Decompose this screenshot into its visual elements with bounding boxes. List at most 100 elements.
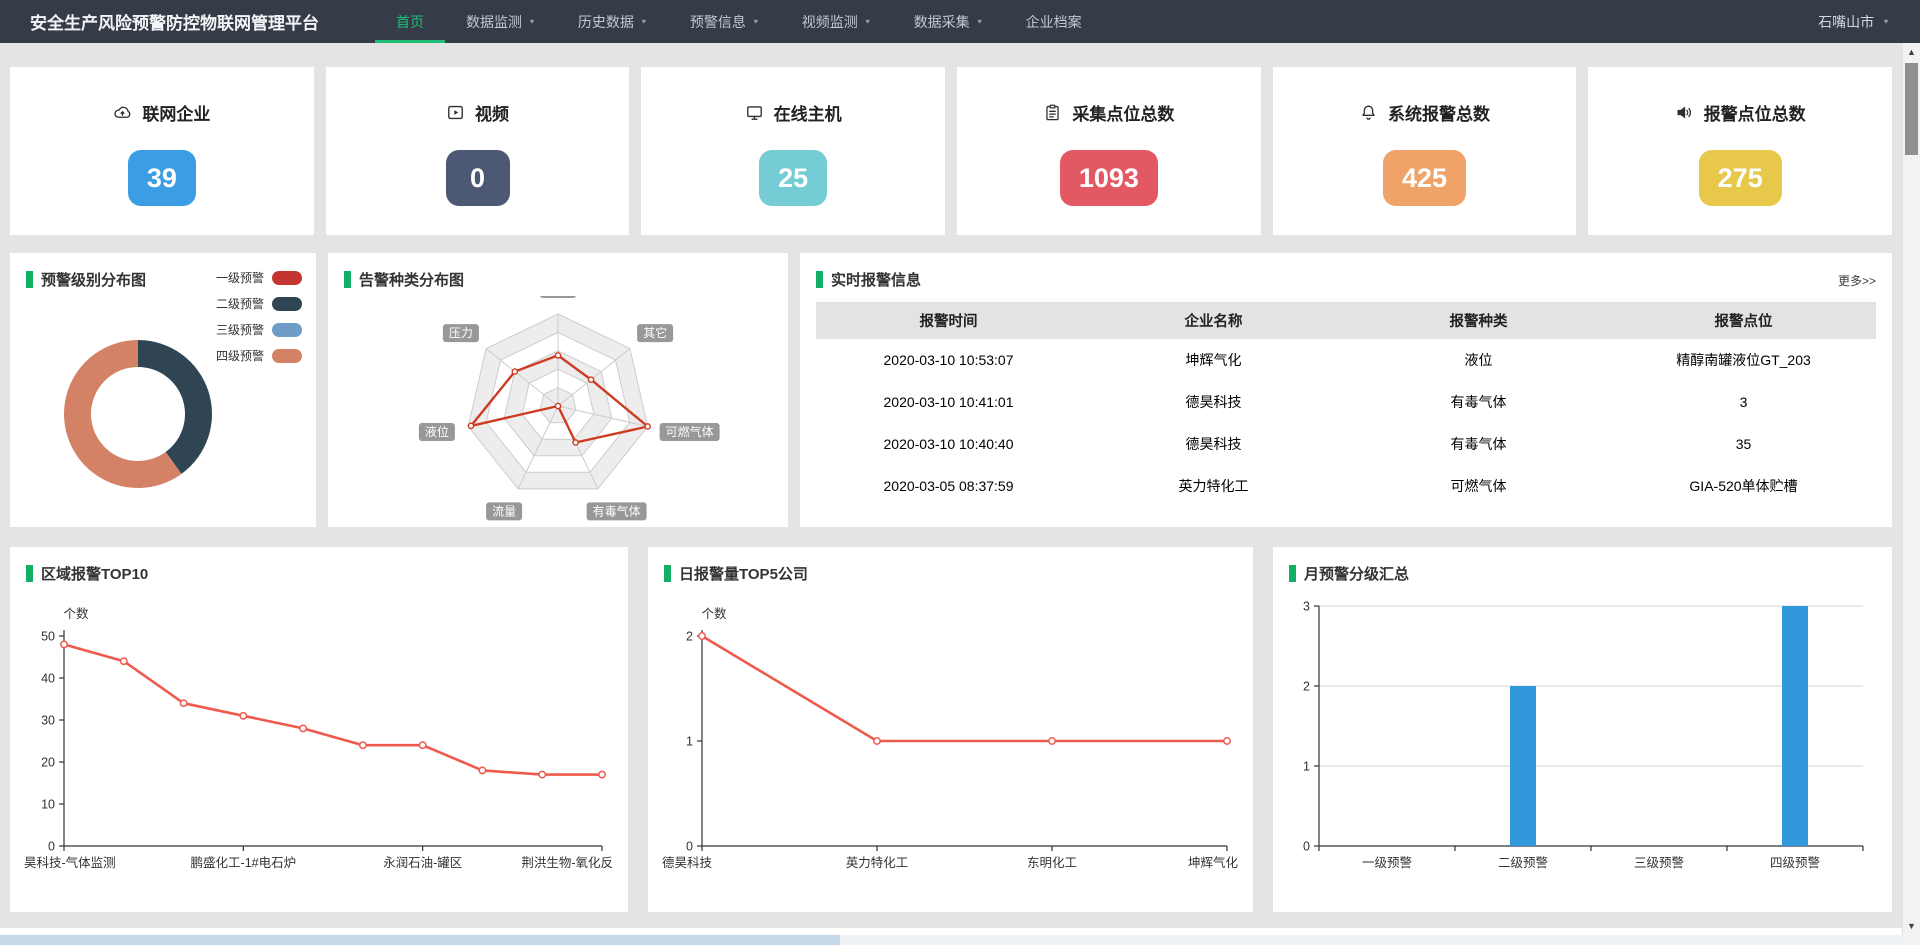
- radar-axis-label-text: 其它: [643, 325, 667, 340]
- daily-top5-line-chart: 个数012德昊科技英力特化工东明化工坤辉气化: [662, 590, 1239, 892]
- panel-title-text: 实时报警信息: [831, 269, 921, 290]
- alarm-cell: 德昊科技: [1081, 381, 1346, 423]
- stat-value-badge: 39: [128, 150, 196, 206]
- scroll-down-icon[interactable]: ▼: [1903, 921, 1920, 931]
- nav-item-label: 企业档案: [1026, 12, 1082, 32]
- panel-title: 月预警分级汇总: [1273, 547, 1892, 584]
- nav-item-label: 数据采集: [914, 12, 970, 32]
- middle-row: 预警级别分布图 一级预警二级预警三级预警四级预警 告警种类分布图 温度其它可燃气…: [10, 253, 1892, 527]
- panel-title: 告警种类分布图: [328, 253, 788, 290]
- legend-item[interactable]: 二级预警: [216, 295, 302, 312]
- chevron-down-icon: ▼: [752, 18, 760, 25]
- radar-axis-label-text: 有毒气体: [593, 503, 641, 518]
- legend-item[interactable]: 一级预警: [216, 269, 302, 286]
- legend-item[interactable]: 三级预警: [216, 321, 302, 338]
- x-tick-label: 东明化工: [1027, 856, 1077, 870]
- panel-realtime-alarms: 实时报警信息 更多>> 报警时间企业名称报警种类报警点位 2020-03-10 …: [800, 253, 1892, 527]
- vertical-scrollbar-thumb[interactable]: [1905, 63, 1918, 155]
- legend-label: 四级预警: [216, 347, 264, 364]
- y-tick-label: 0: [48, 840, 55, 854]
- stat-card-videos: 视频0: [326, 67, 630, 235]
- stat-card-header: 联网企业: [113, 100, 210, 125]
- x-tick-label: 四级预警: [1769, 855, 1819, 870]
- stat-value-badge: 275: [1699, 150, 1782, 206]
- nav-item-label: 数据监测: [466, 12, 522, 32]
- stat-card-alarm-points-total: 报警点位总数275: [1588, 67, 1892, 235]
- x-tick-label: 英力特化工: [846, 855, 909, 870]
- radar-axis-label: 温度: [540, 296, 576, 298]
- nav-item-video-monitoring[interactable]: 视频监测 ▼: [781, 0, 893, 43]
- nav-item-data-monitoring[interactable]: 数据监测▼: [445, 0, 557, 43]
- top-navbar: 安全生产风险预警防控物联网管理平台 首页数据监测▼历史数据▼预警信息▼视频监测▼…: [0, 0, 1920, 43]
- nav-item-label: 预警信息: [690, 12, 746, 32]
- x-tick-label: 荆洪生物-氧化反: [521, 856, 613, 870]
- stat-card-header: 在线主机: [745, 100, 842, 125]
- nav-item-label: 视频监测: [802, 12, 858, 32]
- stat-label: 在线主机: [774, 100, 842, 125]
- horizontal-scrollbar-thumb[interactable]: [0, 935, 840, 945]
- x-tick-label: 永润石油-罐区: [383, 856, 462, 870]
- legend-chip: [272, 297, 302, 311]
- more-link[interactable]: 更多>>: [1838, 272, 1876, 289]
- alarm-cell: 3: [1611, 381, 1876, 423]
- y-axis-name: 个数: [701, 606, 727, 621]
- x-tick-label: 一级预警: [1361, 855, 1411, 870]
- alarm-cell: GIA-520单体贮槽: [1611, 465, 1876, 507]
- nav-item-label: 首页: [396, 12, 424, 32]
- x-tick-label: 三级预警: [1633, 855, 1683, 870]
- scroll-up-icon[interactable]: ▲: [1903, 47, 1920, 57]
- host-icon: [745, 103, 764, 122]
- bell-icon: [1359, 103, 1378, 122]
- nav-item-home[interactable]: 首页: [375, 0, 445, 43]
- alarm-table-row: 2020-03-10 10:41:01德昊科技有毒气体3: [816, 381, 1876, 423]
- radar-axis-label: 流量: [486, 502, 522, 520]
- stat-label: 系统报警总数: [1388, 100, 1490, 125]
- chevron-down-icon: ▼: [1882, 18, 1890, 25]
- radar-axis-label: 液位: [419, 423, 455, 441]
- radar-axis-label: 有毒气体: [587, 502, 647, 520]
- y-tick-label: 10: [41, 798, 55, 812]
- chevron-down-icon: ▼: [864, 18, 872, 25]
- title-marker: [1289, 565, 1296, 582]
- vertical-scrollbar[interactable]: ▲ ▼: [1902, 43, 1920, 935]
- alarm-table-row: 2020-03-10 10:53:07坤辉气化液位精醇南罐液位GT_203: [816, 339, 1876, 381]
- panel-title-text: 日报警量TOP5公司: [679, 563, 808, 584]
- alarm-cell: 2020-03-05 08:37:59: [816, 465, 1081, 507]
- nav-item-enterprise-archives[interactable]: 企业档案: [1005, 0, 1103, 43]
- region-label: 石嘴山市: [1818, 12, 1874, 32]
- y-tick-label: 0: [686, 840, 693, 854]
- alarm-cell: 可燃气体: [1346, 465, 1611, 507]
- app-title: 安全生产风险预警防控物联网管理平台: [30, 9, 319, 34]
- stat-value-badge: 1093: [1060, 150, 1158, 206]
- alarm-type-radar-chart: 温度其它可燃气体有毒气体流量液位压力: [328, 296, 788, 532]
- y-tick-label: 50: [41, 630, 55, 644]
- panel-title-text: 区域报警TOP10: [41, 563, 148, 584]
- nav-item-warning-info[interactable]: 预警信息 ▼: [669, 0, 781, 43]
- alarm-cell: 2020-03-10 10:40:40: [816, 423, 1081, 465]
- region-selector[interactable]: 石嘴山市 ▼: [1818, 12, 1890, 32]
- stat-value-badge: 0: [446, 150, 510, 206]
- alarm-cell: 液位: [1346, 339, 1611, 381]
- title-marker: [344, 271, 351, 288]
- y-tick-label: 0: [1303, 840, 1310, 854]
- chevron-down-icon: ▼: [976, 18, 984, 25]
- y-tick-label: 30: [41, 714, 55, 728]
- y-tick-label: 1: [686, 735, 693, 749]
- nav-item-history-data[interactable]: 历史数据▼: [557, 0, 669, 43]
- alarm-cell: 精醇南罐液位GT_203: [1611, 339, 1876, 381]
- scrollbar-corner: [1902, 935, 1920, 945]
- radar-axis-label-text: 可燃气体: [666, 424, 714, 439]
- stat-card-system-alarms-total: 系统报警总数425: [1273, 67, 1577, 235]
- stat-card-online-enterprises: 联网企业 39: [10, 67, 314, 235]
- y-tick-label: 2: [686, 630, 693, 644]
- legend-item[interactable]: 四级预警: [216, 347, 302, 364]
- alarm-col-header: 报警点位: [1611, 302, 1876, 339]
- chevron-down-icon: ▼: [640, 18, 648, 25]
- horizontal-scrollbar[interactable]: [0, 935, 1902, 945]
- nav-item-data-collection[interactable]: 数据采集 ▼: [893, 0, 1005, 43]
- nav-menu: 首页数据监测▼历史数据▼预警信息▼视频监测▼数据采集▼企业档案: [375, 0, 1103, 43]
- title-marker: [26, 565, 33, 582]
- radar-axis-label-text: 流量: [492, 504, 516, 518]
- speaker-icon: [1675, 103, 1694, 122]
- stat-card-collection-points-total: 采集点位总数1093: [957, 67, 1261, 235]
